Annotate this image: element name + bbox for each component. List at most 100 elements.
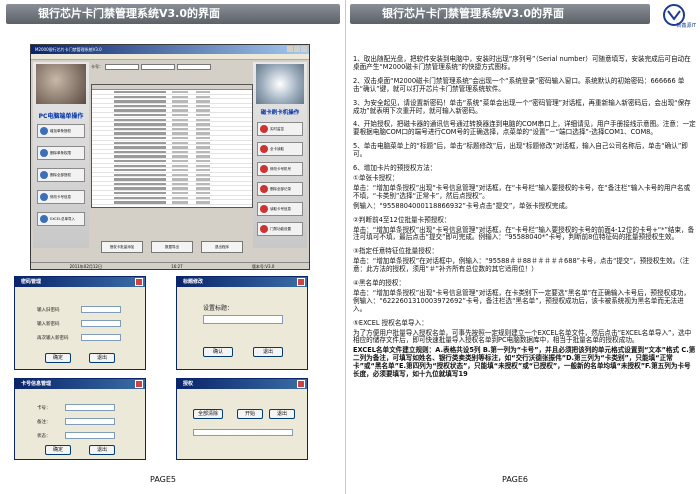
new-password-input[interactable] bbox=[81, 320, 121, 327]
exit-button[interactable]: 退出 bbox=[89, 353, 115, 363]
card-input[interactable] bbox=[105, 64, 139, 70]
exit-button[interactable]: 退出程序 bbox=[201, 241, 243, 253]
instructions-body: 1、取出随配光盘，把软件安装到电脑中，安装时出现“序列号”（Serial num… bbox=[353, 55, 696, 381]
door-settings-button[interactable]: 门禁功能设置 bbox=[257, 222, 303, 236]
pc-operation-panel: PC电脑端单操作 增加单条授权 删除单条权限 删除全部授权 修改卡号信息 EXC… bbox=[33, 62, 89, 248]
exit-button[interactable]: 退出 bbox=[269, 409, 295, 419]
close-icon[interactable] bbox=[297, 278, 305, 286]
exit-button[interactable]: 退出 bbox=[89, 445, 115, 455]
delete-records-button[interactable]: 删除全部记录 bbox=[257, 182, 303, 196]
status-select[interactable] bbox=[65, 432, 115, 439]
paragraph: 为了方便用户批量导入授权名单，可事先按照一定规则建立一个EXCEL名单文件，然后… bbox=[353, 328, 692, 345]
right-banner: 银行芯片卡门禁管理系统V3.0的界面 bbox=[350, 4, 650, 24]
logo-text: 新鑫源IT bbox=[676, 23, 696, 29]
paragraph: 单击：“增加单条授权”出现“卡号信息管理”对话框，在卡类别下一定要选“黑名单”在… bbox=[353, 288, 690, 313]
table-row[interactable] bbox=[92, 200, 252, 205]
app-titlebar: M2000银行芯片卡门禁管理系统V3.0 bbox=[31, 45, 309, 54]
main-app-window: M2000银行芯片卡门禁管理系统V3.0 PC电脑端单操作 增加单条授权 删除单… bbox=[30, 44, 310, 270]
paragraph: 3、为安全起见，请设置新密码！单击“系统”菜单会出现一个“密码管理”对话框，再重… bbox=[353, 98, 691, 115]
remark-input[interactable] bbox=[141, 64, 175, 70]
confirm-password-input[interactable] bbox=[81, 334, 121, 341]
remark-input[interactable] bbox=[65, 418, 115, 425]
right-page: 银行芯片卡门禁管理系统V3.0的界面 新鑫源IT 1、取出随配光盘，把软件安装到… bbox=[347, 0, 700, 494]
card-info-dialog: 卡号信息管理 卡号： 备注： 状态： 确定 退出 bbox=[14, 378, 146, 460]
paragraph: 单击：“增加单条授权”出现“卡号信息管理”对话框，在“卡号栏”输入要授权的卡号的… bbox=[353, 225, 695, 242]
status-date: 2011年02月12日 bbox=[69, 264, 102, 269]
start-button[interactable]: 开始 bbox=[237, 409, 263, 419]
paragraph: 1、取出随配光盘，把软件安装到电脑中，安装时出现“序列号”（Serial num… bbox=[353, 55, 691, 71]
read-card-info-button[interactable]: 读取卡号信息 bbox=[257, 202, 303, 216]
status-time: 16:27 bbox=[171, 264, 183, 269]
status-label: 状态： bbox=[37, 434, 51, 439]
left-page: 银行芯片卡门禁管理系统V3.0的界面 M2000银行芯片卡门禁管理系统V3.0 … bbox=[0, 0, 346, 494]
app-title: M2000银行芯片卡门禁管理系统V3.0 bbox=[35, 47, 102, 52]
authorize-dialog: 授权 全部清除 开始 退出 bbox=[176, 378, 308, 460]
paragraph: 例输入：“9558804000118866932”卡号点击“提交”，单张卡授权完… bbox=[353, 201, 572, 210]
card-table bbox=[91, 84, 253, 208]
batch-add-button[interactable]: 授权卡批量添加 bbox=[101, 241, 143, 253]
left-banner: 银行芯片卡门禁管理系统V3.0的界面 bbox=[6, 4, 340, 24]
realtime-monitor-button[interactable]: 实时监控 bbox=[257, 122, 303, 136]
paragraph: ②判断前4至12位批量卡预授权： bbox=[353, 215, 451, 224]
page-number-right: PAGE6 bbox=[502, 475, 528, 484]
card-number-input[interactable] bbox=[65, 404, 115, 411]
exit-button[interactable]: 退出 bbox=[253, 347, 283, 357]
type-select[interactable] bbox=[177, 64, 211, 70]
close-icon[interactable] bbox=[135, 278, 143, 286]
modify-machine-button[interactable]: 修改卡号机号 bbox=[257, 162, 303, 176]
progress-field bbox=[193, 429, 293, 436]
bottom-toolbar: 授权卡批量添加 数据导出 退出程序 bbox=[91, 241, 253, 253]
old-password-label: 输入旧密码 bbox=[37, 308, 60, 313]
dialog-title: 授权 bbox=[177, 379, 307, 389]
left-panel-title: PC电脑端单操作 bbox=[38, 113, 84, 120]
confirm-button[interactable]: 确定 bbox=[45, 353, 71, 363]
edit-card-info-button[interactable]: 修改卡号信息 bbox=[37, 190, 85, 204]
paragraph: 单击：“增加单条授权”出现“卡号信息管理”对话框，在“卡号栏”输入要授权的卡号，… bbox=[353, 183, 691, 200]
card-label: 卡号： bbox=[91, 64, 103, 69]
card-search-row: 卡号： bbox=[91, 62, 253, 72]
close-icon[interactable] bbox=[301, 46, 307, 52]
title-input[interactable] bbox=[203, 315, 283, 324]
close-icon[interactable] bbox=[297, 380, 305, 388]
remark-label: 备注： bbox=[37, 420, 51, 425]
menu-bar[interactable] bbox=[31, 54, 309, 60]
new-password-label: 输入新密码 bbox=[37, 322, 60, 327]
password-dialog: 密码管理 输入旧密码 输入新密码 再次输入新密码 确定 退出 bbox=[14, 276, 146, 370]
face-photo bbox=[36, 64, 86, 104]
paragraph: ①单张卡授权： bbox=[353, 173, 399, 182]
old-password-input[interactable] bbox=[81, 306, 121, 313]
status-bar: 2011年02月12日 16:27 版本号:V3.0 bbox=[31, 262, 309, 269]
paragraph: ④黑名单的授权： bbox=[353, 279, 406, 288]
dialog-title: 卡号信息管理 bbox=[15, 379, 145, 389]
paragraph: 2、双击桌面“M2000磁卡门禁管理系统”会出现一个“系统登录”密码输入窗口。系… bbox=[353, 76, 685, 93]
minimize-icon[interactable] bbox=[287, 46, 293, 52]
paragraph: 4、开始授权，把磁卡器的通讯信号通过转换器连到电脑的COM串口上，详细请见，用户… bbox=[353, 120, 696, 137]
paragraph: EXCEL名单文件建立规则：A.表格共设5列 B.第一列为“卡号”，并且必须把该… bbox=[353, 346, 696, 379]
diamond-image bbox=[256, 64, 304, 104]
delete-all-auth-button[interactable]: 删除全部授权 bbox=[37, 168, 85, 182]
dialog-title: 密码管理 bbox=[15, 277, 145, 287]
dialog-title: 标题修改 bbox=[177, 277, 307, 287]
delete-single-auth-button[interactable]: 删除单条权限 bbox=[37, 146, 85, 160]
clear-all-button[interactable]: 全部清除 bbox=[193, 409, 223, 419]
confirm-button[interactable]: 确认 bbox=[203, 347, 233, 357]
page-number-left: PAGE5 bbox=[150, 475, 176, 484]
excel-import-button[interactable]: EXCEL总单导入 bbox=[37, 212, 85, 226]
paragraph: 单击：“增加单条授权”在对话框中，例输入：“95588＃＃88＃＃＃＃＃688”… bbox=[353, 257, 690, 274]
confirm-button[interactable]: 确定 bbox=[45, 445, 71, 455]
maximize-icon[interactable] bbox=[294, 46, 300, 52]
title-edit-dialog: 标题修改 设置标题： 确认 退出 bbox=[176, 276, 308, 370]
paragraph: 6、增加卡片的预授权方法： bbox=[353, 164, 437, 173]
export-button[interactable]: 数据导出 bbox=[151, 241, 193, 253]
close-icon[interactable] bbox=[135, 380, 143, 388]
paragraph: ③指定任意特征位批量授权： bbox=[353, 247, 439, 256]
card-list-area: 卡号： bbox=[91, 62, 253, 208]
right-panel-title: 磁卡刷卡机操作 bbox=[260, 110, 300, 116]
status-version: 版本号:V3.0 bbox=[251, 264, 275, 269]
set-title-label: 设置标题： bbox=[203, 305, 234, 312]
read-all-button[interactable]: 全卡读取 bbox=[257, 142, 303, 156]
window-controls bbox=[287, 46, 307, 52]
card-reader-panel: 磁卡刷卡机操作 实时监控 全卡读取 修改卡号机号 删除全部记录 读取卡号信息 门… bbox=[253, 62, 307, 248]
paragraph: 5、单击电脑菜单上的“标题”后，单击“标题修改”后，出现“标题修改”对话框，输入… bbox=[353, 142, 688, 159]
add-single-auth-button[interactable]: 增加单条授权 bbox=[37, 124, 85, 138]
